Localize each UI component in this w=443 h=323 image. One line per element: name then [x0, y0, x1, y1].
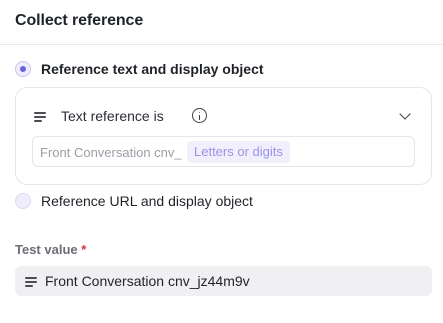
info-icon[interactable] — [192, 108, 207, 123]
required-marker: * — [81, 242, 87, 257]
radio-button-selected[interactable] — [15, 61, 31, 77]
radio-option-url[interactable]: Reference URL and display object — [15, 193, 253, 209]
test-value-label: Test value * — [15, 242, 86, 257]
text-reference-card: Text reference is Front Conversation cnv… — [15, 87, 432, 185]
test-value-text: Front Conversation cnv_jz44m9v — [45, 273, 250, 289]
radio-label-text: Reference text and display object — [41, 61, 264, 77]
radio-label-url: Reference URL and display object — [41, 193, 253, 209]
radio-option-text[interactable]: Reference text and display object — [15, 61, 264, 77]
text-lines-icon — [25, 277, 37, 287]
test-value-field[interactable]: Front Conversation cnv_jz44m9v — [15, 266, 432, 296]
text-reference-input[interactable]: Front Conversation cnv_ Letters or digit… — [32, 136, 415, 167]
chevron-down-icon[interactable] — [399, 108, 411, 120]
text-lines-icon — [34, 112, 46, 122]
input-prefix-text: Front Conversation cnv_ — [40, 145, 182, 160]
text-reference-toggle[interactable]: Text reference is — [16, 88, 431, 128]
letters-or-digits-token[interactable]: Letters or digits — [187, 141, 290, 163]
panel-header: Collect reference — [0, 0, 443, 45]
text-reference-label: Text reference is — [61, 108, 164, 124]
test-value-label-text: Test value — [15, 242, 78, 257]
panel-title: Collect reference — [15, 12, 144, 29]
radio-button-unselected[interactable] — [15, 193, 31, 209]
